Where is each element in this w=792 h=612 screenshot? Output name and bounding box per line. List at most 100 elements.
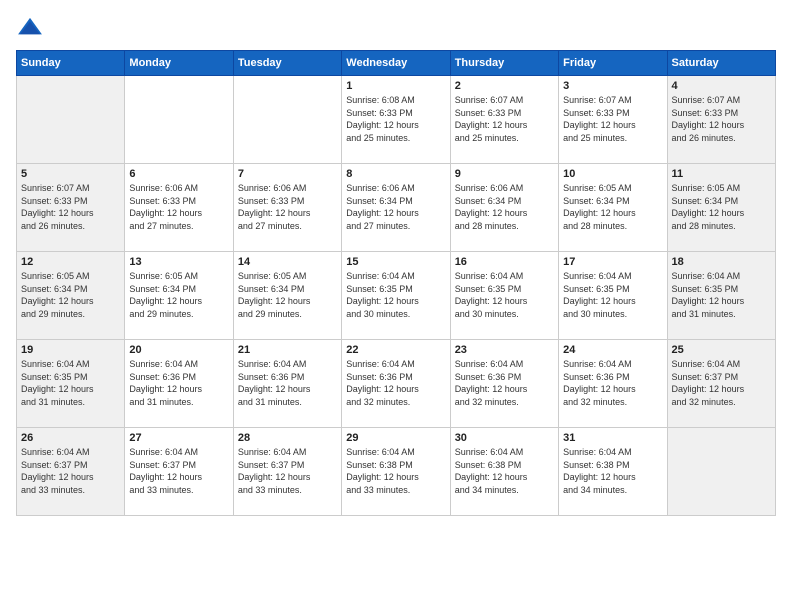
header-thursday: Thursday: [450, 51, 558, 76]
calendar-table: SundayMondayTuesdayWednesdayThursdayFrid…: [16, 50, 776, 516]
day-number: 12: [21, 256, 120, 268]
day-number: 10: [563, 168, 662, 180]
calendar-cell: 4 Sunrise: 6:07 AM Sunset: 6:33 PM Daylig…: [667, 76, 775, 164]
day-number: 5: [21, 168, 120, 180]
day-number: 17: [563, 256, 662, 268]
day-info: Sunrise: 6:04 AM Sunset: 6:36 PM Dayligh…: [563, 358, 662, 408]
page-header: [16, 16, 776, 38]
header-sunday: Sunday: [17, 51, 125, 76]
day-info: Sunrise: 6:04 AM Sunset: 6:38 PM Dayligh…: [563, 446, 662, 496]
day-number: 16: [455, 256, 554, 268]
day-number: 9: [455, 168, 554, 180]
header-tuesday: Tuesday: [233, 51, 341, 76]
day-info: Sunrise: 6:04 AM Sunset: 6:35 PM Dayligh…: [346, 270, 445, 320]
day-info: Sunrise: 6:04 AM Sunset: 6:35 PM Dayligh…: [563, 270, 662, 320]
calendar-cell: 19 Sunrise: 6:04 AM Sunset: 6:35 PM Dayli…: [17, 340, 125, 428]
day-number: 13: [129, 256, 228, 268]
day-number: 19: [21, 344, 120, 356]
day-info: Sunrise: 6:04 AM Sunset: 6:36 PM Dayligh…: [129, 358, 228, 408]
day-info: Sunrise: 6:05 AM Sunset: 6:34 PM Dayligh…: [238, 270, 337, 320]
day-number: 25: [672, 344, 771, 356]
calendar-cell: 5 Sunrise: 6:07 AM Sunset: 6:33 PM Daylig…: [17, 164, 125, 252]
calendar-cell: 9 Sunrise: 6:06 AM Sunset: 6:34 PM Daylig…: [450, 164, 558, 252]
calendar-week-4: 19 Sunrise: 6:04 AM Sunset: 6:35 PM Dayli…: [17, 340, 776, 428]
day-info: Sunrise: 6:04 AM Sunset: 6:37 PM Dayligh…: [238, 446, 337, 496]
calendar-body: 1Sunrise: 6:08 AM Sunset: 6:33 PM Daylig…: [17, 76, 776, 516]
day-number: 4: [672, 80, 771, 92]
day-info: Sunrise: 6:05 AM Sunset: 6:34 PM Dayligh…: [672, 182, 771, 232]
day-info: Sunrise: 6:04 AM Sunset: 6:36 PM Dayligh…: [346, 358, 445, 408]
calendar-cell: 20 Sunrise: 6:04 AM Sunset: 6:36 PM Dayli…: [125, 340, 233, 428]
day-number: 30: [455, 432, 554, 444]
calendar-cell: 13 Sunrise: 6:05 AM Sunset: 6:34 PM Dayli…: [125, 252, 233, 340]
day-number: 7: [238, 168, 337, 180]
calendar-cell: 6 Sunrise: 6:06 AM Sunset: 6:33 PM Daylig…: [125, 164, 233, 252]
day-info: Sunrise: 6:05 AM Sunset: 6:34 PM Dayligh…: [129, 270, 228, 320]
day-number: 11: [672, 168, 771, 180]
day-number: 15: [346, 256, 445, 268]
calendar-cell: 22 Sunrise: 6:04 AM Sunset: 6:36 PM Dayli…: [342, 340, 450, 428]
calendar-cell: 8 Sunrise: 6:06 AM Sunset: 6:34 PM Daylig…: [342, 164, 450, 252]
day-info: Sunrise: 6:04 AM Sunset: 6:35 PM Dayligh…: [672, 270, 771, 320]
day-info: Sunrise: 6:05 AM Sunset: 6:34 PM Dayligh…: [563, 182, 662, 232]
day-number: 1: [346, 80, 445, 92]
day-number: 29: [346, 432, 445, 444]
day-info: Sunrise: 6:07 AM Sunset: 6:33 PM Dayligh…: [21, 182, 120, 232]
logo-icon: [16, 16, 44, 38]
calendar-cell: [667, 428, 775, 516]
day-info: Sunrise: 6:07 AM Sunset: 6:33 PM Dayligh…: [563, 94, 662, 144]
calendar-cell: 3 Sunrise: 6:07 AM Sunset: 6:33 PM Daylig…: [559, 76, 667, 164]
calendar-cell: 2 Sunrise: 6:07 AM Sunset: 6:33 PM Daylig…: [450, 76, 558, 164]
day-number: 21: [238, 344, 337, 356]
day-info: Sunrise: 6:04 AM Sunset: 6:35 PM Dayligh…: [21, 358, 120, 408]
calendar-cell: [125, 76, 233, 164]
logo: [16, 16, 48, 38]
calendar-cell: 27Sunrise: 6:04 AM Sunset: 6:37 PM Dayli…: [125, 428, 233, 516]
header-row: SundayMondayTuesdayWednesdayThursdayFrid…: [17, 51, 776, 76]
day-info: Sunrise: 6:06 AM Sunset: 6:33 PM Dayligh…: [129, 182, 228, 232]
day-info: Sunrise: 6:04 AM Sunset: 6:38 PM Dayligh…: [346, 446, 445, 496]
day-info: Sunrise: 6:04 AM Sunset: 6:36 PM Dayligh…: [238, 358, 337, 408]
day-number: 27: [129, 432, 228, 444]
day-number: 28: [238, 432, 337, 444]
day-info: Sunrise: 6:06 AM Sunset: 6:34 PM Dayligh…: [346, 182, 445, 232]
day-info: Sunrise: 6:06 AM Sunset: 6:34 PM Dayligh…: [455, 182, 554, 232]
calendar-cell: 26Sunrise: 6:04 AM Sunset: 6:37 PM Dayli…: [17, 428, 125, 516]
day-number: 6: [129, 168, 228, 180]
day-number: 24: [563, 344, 662, 356]
day-info: Sunrise: 6:04 AM Sunset: 6:35 PM Dayligh…: [455, 270, 554, 320]
calendar-week-1: 1Sunrise: 6:08 AM Sunset: 6:33 PM Daylig…: [17, 76, 776, 164]
calendar-cell: 30 Sunrise: 6:04 AM Sunset: 6:38 PM Dayli…: [450, 428, 558, 516]
day-number: 22: [346, 344, 445, 356]
day-number: 23: [455, 344, 554, 356]
header-wednesday: Wednesday: [342, 51, 450, 76]
calendar-cell: 31Sunrise: 6:04 AM Sunset: 6:38 PM Dayli…: [559, 428, 667, 516]
calendar-cell: 23Sunrise: 6:04 AM Sunset: 6:36 PM Dayli…: [450, 340, 558, 428]
calendar-cell: 14 Sunrise: 6:05 AM Sunset: 6:34 PM Dayli…: [233, 252, 341, 340]
calendar-cell: 15 Sunrise: 6:04 AM Sunset: 6:35 PM Dayli…: [342, 252, 450, 340]
day-info: Sunrise: 6:07 AM Sunset: 6:33 PM Dayligh…: [672, 94, 771, 144]
header-friday: Friday: [559, 51, 667, 76]
day-info: Sunrise: 6:04 AM Sunset: 6:38 PM Dayligh…: [455, 446, 554, 496]
calendar-cell: 29 Sunrise: 6:04 AM Sunset: 6:38 PM Dayli…: [342, 428, 450, 516]
day-number: 20: [129, 344, 228, 356]
day-number: 3: [563, 80, 662, 92]
calendar-cell: 17 Sunrise: 6:04 AM Sunset: 6:35 PM Dayli…: [559, 252, 667, 340]
calendar-cell: [17, 76, 125, 164]
calendar-cell: 25 Sunrise: 6:04 AM Sunset: 6:37 PM Dayli…: [667, 340, 775, 428]
calendar-cell: 12Sunrise: 6:05 AM Sunset: 6:34 PM Dayli…: [17, 252, 125, 340]
calendar-cell: 18Sunrise: 6:04 AM Sunset: 6:35 PM Dayli…: [667, 252, 775, 340]
day-number: 2: [455, 80, 554, 92]
day-info: Sunrise: 6:06 AM Sunset: 6:33 PM Dayligh…: [238, 182, 337, 232]
header-monday: Monday: [125, 51, 233, 76]
day-number: 26: [21, 432, 120, 444]
day-number: 8: [346, 168, 445, 180]
calendar-week-3: 12 Sunrise: 6:05 AM Sunset: 6:34 PM Dayli…: [17, 252, 776, 340]
day-info: Sunrise: 6:04 AM Sunset: 6:37 PM Dayligh…: [672, 358, 771, 408]
calendar-cell: 16 Sunrise: 6:04 AM Sunset: 6:35 PM Dayli…: [450, 252, 558, 340]
calendar-cell: [233, 76, 341, 164]
day-info: Sunrise: 6:07 AM Sunset: 6:33 PM Dayligh…: [455, 94, 554, 144]
day-number: 14: [238, 256, 337, 268]
calendar-header: SundayMondayTuesdayWednesdayThursdayFrid…: [17, 51, 776, 76]
calendar-cell: 28 Sunrise: 6:04 AM Sunset: 6:37 PM Dayli…: [233, 428, 341, 516]
